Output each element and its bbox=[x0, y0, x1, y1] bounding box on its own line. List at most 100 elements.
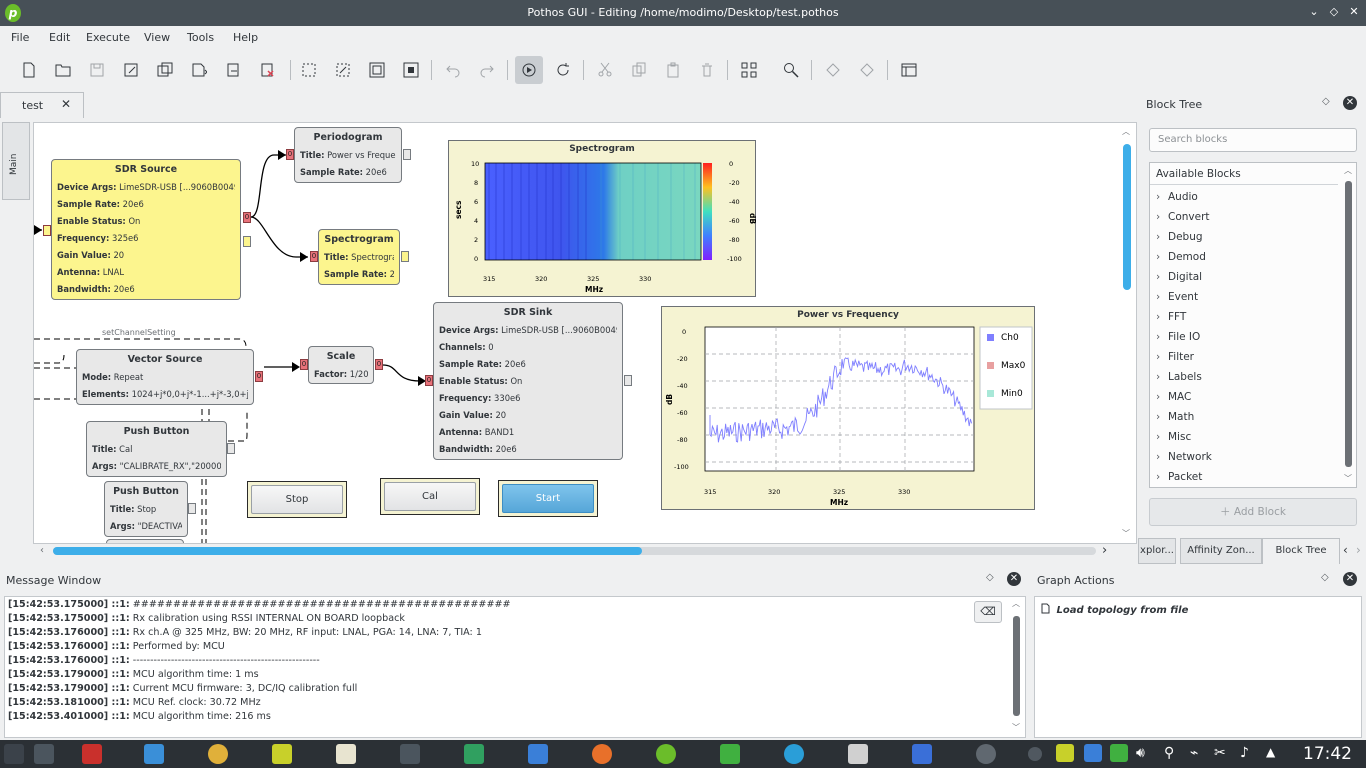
block-periodogram[interactable]: Periodogram Title: Power vs Frequency Samp… bbox=[294, 127, 402, 183]
signal-port[interactable] bbox=[401, 251, 409, 262]
tree-item[interactable]: › Packet bbox=[1156, 471, 1202, 483]
tree-item[interactable]: › Audio bbox=[1156, 191, 1198, 203]
tree-item[interactable]: › Math bbox=[1156, 411, 1194, 423]
terminal-icon[interactable] bbox=[34, 744, 54, 764]
clipboard-icon[interactable]: ✂ bbox=[1214, 745, 1226, 761]
dock-float-icon[interactable]: ◇ bbox=[1321, 572, 1329, 583]
text-editor-icon[interactable] bbox=[336, 744, 356, 764]
delete-icon[interactable] bbox=[693, 56, 721, 84]
tray-app-icon[interactable] bbox=[1056, 744, 1074, 762]
scroll-right-icon[interactable]: › bbox=[1102, 543, 1107, 558]
save-icon[interactable] bbox=[83, 56, 111, 84]
tree-item[interactable]: › Filter bbox=[1156, 351, 1194, 363]
bluetooth-icon[interactable] bbox=[912, 744, 932, 764]
firefox-icon[interactable] bbox=[592, 744, 612, 764]
tray-icon[interactable] bbox=[1028, 747, 1042, 761]
tree-item[interactable]: › Network bbox=[1156, 451, 1212, 463]
canvas-vertical-scrollbar[interactable]: ︿ ﹀ bbox=[1121, 124, 1133, 544]
tree-item[interactable]: › Debug bbox=[1156, 231, 1203, 243]
restore-icon[interactable]: ◇ bbox=[1327, 5, 1341, 19]
block-vector-source[interactable]: Vector Source Mode: Repeat Elements: 1024+… bbox=[76, 349, 254, 405]
output-port[interactable]: 0 bbox=[255, 371, 263, 382]
periodogram-widget[interactable]: Power vs Frequency 0 -20 -40 -60 -80 -10… bbox=[661, 306, 1035, 510]
tree-item[interactable]: › Convert bbox=[1156, 211, 1210, 223]
doc-tab-test[interactable]: test ✕ bbox=[0, 92, 84, 118]
reload-icon[interactable] bbox=[185, 56, 213, 84]
add-block-button[interactable]: ＋ Add Block bbox=[1149, 498, 1357, 526]
rotate-left-icon[interactable] bbox=[819, 56, 847, 84]
chrome-icon[interactable] bbox=[208, 744, 228, 764]
input-port[interactable]: 0 bbox=[300, 359, 308, 370]
tree-item[interactable]: › Digital bbox=[1156, 271, 1202, 283]
tab-main[interactable]: Main bbox=[2, 122, 30, 200]
skype-icon[interactable] bbox=[784, 744, 804, 764]
block-sdr-sink[interactable]: SDR Sink Device Args: LimeSDR-USB [...906… bbox=[433, 302, 623, 460]
find-icon[interactable] bbox=[777, 56, 805, 84]
show-graph-connections-icon[interactable] bbox=[895, 56, 923, 84]
tree-item[interactable]: › Misc bbox=[1156, 431, 1191, 443]
dock-close-icon[interactable]: ✕ bbox=[1343, 572, 1357, 586]
output-port[interactable]: 0 bbox=[243, 212, 251, 223]
input-port[interactable]: 0 bbox=[310, 251, 318, 262]
output-port[interactable]: 0 bbox=[375, 359, 383, 370]
open-icon[interactable] bbox=[49, 56, 77, 84]
tree-item[interactable]: › Event bbox=[1156, 291, 1198, 303]
scroll-down-icon[interactable]: ﹀ bbox=[1122, 528, 1130, 539]
start-button[interactable]: Start bbox=[502, 484, 594, 513]
menu-edit[interactable]: Edit bbox=[49, 31, 70, 44]
scroll-up-icon[interactable]: ︿ bbox=[1122, 126, 1130, 137]
tree-item[interactable]: › FFT bbox=[1156, 311, 1186, 323]
scroll-left-icon[interactable]: ‹ bbox=[40, 545, 44, 556]
block-partial[interactable] bbox=[106, 539, 184, 543]
input-port[interactable] bbox=[43, 225, 51, 236]
undo-icon[interactable] bbox=[439, 56, 467, 84]
object-properties-icon[interactable] bbox=[329, 56, 357, 84]
tab-block-tree[interactable]: Block Tree bbox=[1262, 538, 1340, 564]
tree-item[interactable]: › File IO bbox=[1156, 331, 1200, 343]
search-blocks-input[interactable]: Search blocks bbox=[1149, 128, 1357, 152]
dock-float-icon[interactable]: ◇ bbox=[986, 572, 994, 583]
zoom-out-icon[interactable] bbox=[397, 56, 425, 84]
save-as-icon[interactable] bbox=[117, 56, 145, 84]
create-graph-block-icon[interactable] bbox=[735, 56, 763, 84]
usb-icon[interactable]: ⌁ bbox=[1190, 745, 1198, 761]
graph-canvas[interactable]: setChannelSetting SDR Source Device Args:… bbox=[33, 122, 1137, 544]
qt-icon[interactable] bbox=[720, 744, 740, 764]
window-close-icon[interactable]: ✕ bbox=[1347, 5, 1361, 19]
reevaluate-icon[interactable] bbox=[549, 56, 577, 84]
menu-execute[interactable]: Execute bbox=[86, 31, 130, 44]
rotate-right-icon[interactable] bbox=[853, 56, 881, 84]
audio-icon[interactable]: ♪ bbox=[1240, 745, 1249, 761]
canvas-horizontal-scrollbar[interactable]: ‹ › bbox=[36, 543, 1116, 558]
cut-icon[interactable] bbox=[591, 56, 619, 84]
app-icon[interactable] bbox=[272, 744, 292, 764]
export-icon[interactable] bbox=[219, 56, 247, 84]
input-port[interactable]: 0 bbox=[286, 149, 294, 160]
input-port[interactable]: 0 bbox=[425, 375, 433, 386]
stop-button[interactable]: Stop bbox=[251, 485, 343, 514]
tab-scroll-left-icon[interactable]: ‹ bbox=[1343, 543, 1348, 557]
block-spectrogram[interactable]: Spectrogram Title: Spectrogram Sample Rate… bbox=[318, 229, 400, 285]
tree-item[interactable]: › MAC bbox=[1156, 391, 1191, 403]
tab-affinity-zones[interactable]: Affinity Zon... bbox=[1180, 538, 1262, 564]
tree-item[interactable]: › Demod bbox=[1156, 251, 1206, 263]
spectrogram-widget[interactable]: Spectrogram 10 8 6 4 2 0 315 320 325 330… bbox=[448, 140, 757, 297]
signal-port[interactable] bbox=[243, 236, 251, 247]
tray-qt-icon[interactable] bbox=[1110, 744, 1128, 762]
log-scrollbar[interactable]: ︿ ﹀ bbox=[1010, 598, 1024, 738]
dock-close-icon[interactable]: ✕ bbox=[1007, 572, 1021, 586]
activate-icon[interactable] bbox=[515, 56, 543, 84]
document-icon[interactable] bbox=[528, 744, 548, 764]
signal-port[interactable] bbox=[188, 503, 196, 514]
tray-expand-icon[interactable]: ▲ bbox=[1266, 745, 1275, 759]
action-item[interactable]: Load topology from file bbox=[1041, 603, 1188, 616]
select-all-icon[interactable] bbox=[295, 56, 323, 84]
save-all-icon[interactable] bbox=[151, 56, 179, 84]
cal-button[interactable]: Cal bbox=[384, 482, 476, 511]
files-icon[interactable] bbox=[144, 744, 164, 764]
network-icon[interactable] bbox=[976, 744, 996, 764]
copy-icon[interactable] bbox=[625, 56, 653, 84]
clear-log-icon[interactable]: ⌫ bbox=[974, 601, 1002, 623]
tree-item[interactable]: › Labels bbox=[1156, 371, 1202, 383]
block-scale[interactable]: Scale Factor: 1/2048 bbox=[308, 346, 374, 384]
